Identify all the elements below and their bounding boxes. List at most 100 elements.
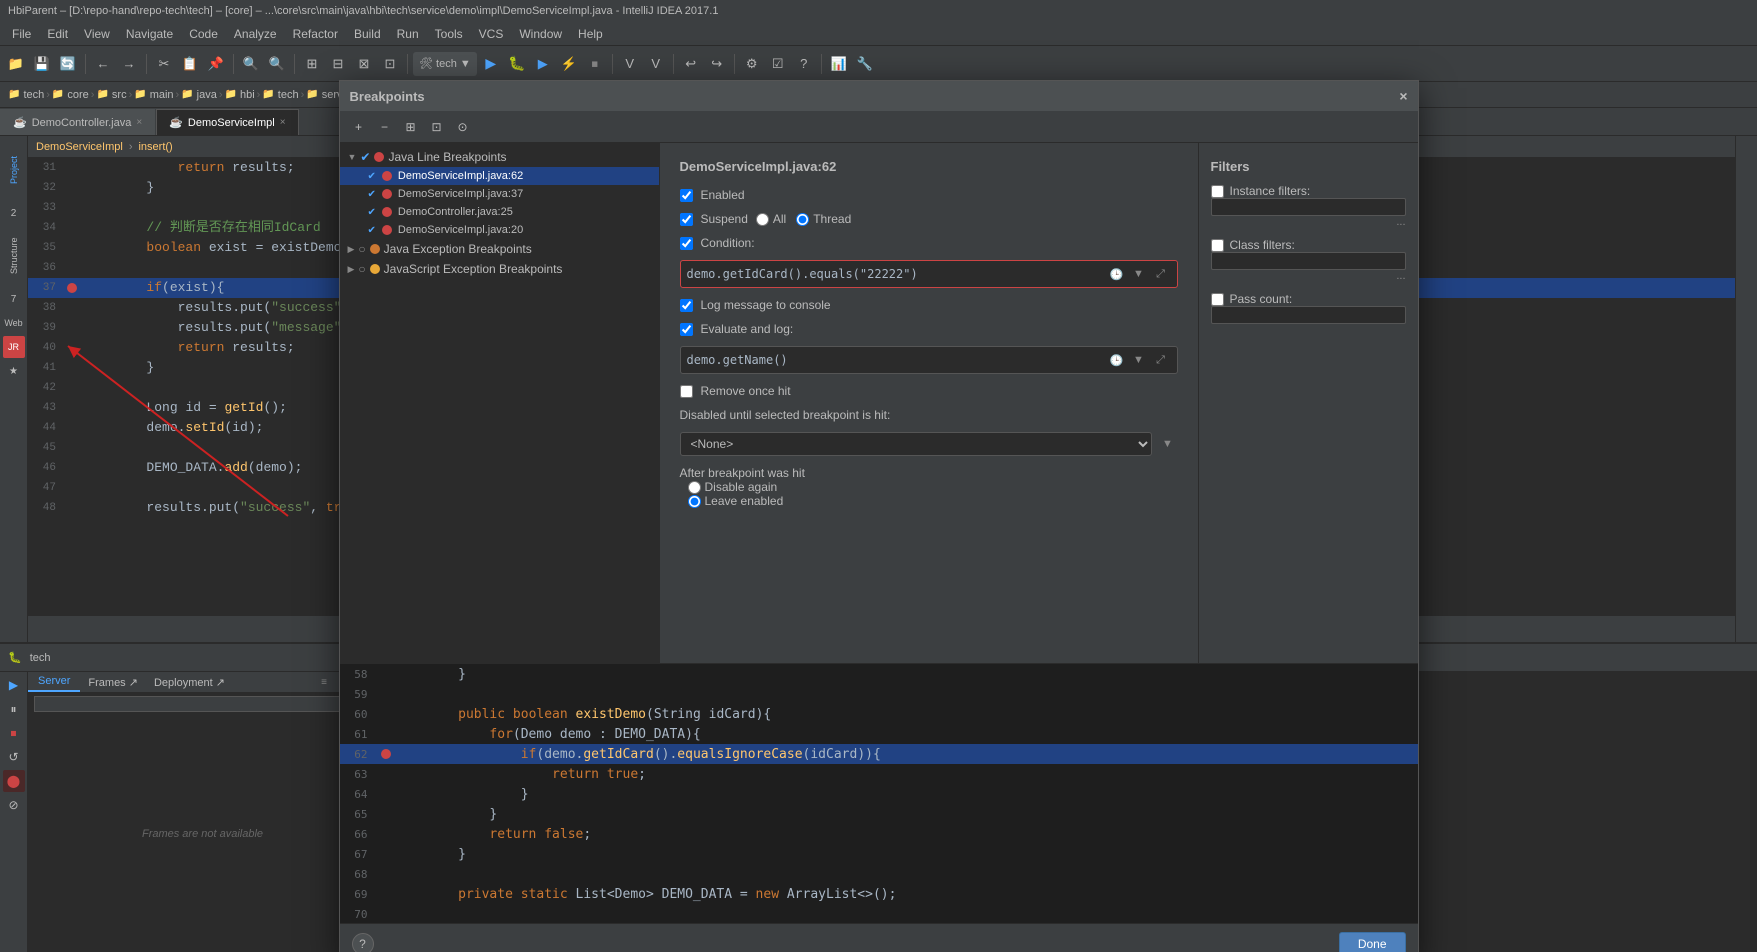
condition-expand-btn[interactable]: ⤢ (1151, 264, 1171, 284)
bp-red-dot-icon-25 (382, 207, 392, 217)
bp-group-js-exception-header[interactable]: ▶ ○ JavaScript Exception Breakpoints (340, 259, 659, 279)
evaluate-actions: 🕒 ▼ ⤢ (1107, 350, 1171, 370)
evaluate-history-btn[interactable]: 🕒 (1107, 350, 1127, 370)
dialog-toolbar: + − ⊞ ⊡ ⊙ (340, 111, 1418, 143)
pass-count-row: Pass count: (1211, 292, 1406, 324)
bp-group-java-line: ▼ ✔ Java Line Breakpoints ✔ DemoServiceI… (340, 147, 659, 239)
bp-group-java-line-header[interactable]: ▼ ✔ Java Line Breakpoints (340, 147, 659, 167)
condition-input[interactable] (687, 267, 1101, 281)
bp-item-62[interactable]: ✔ DemoServiceImpl.java:62 (340, 167, 659, 185)
bp-item-20[interactable]: ✔ DemoServiceImpl.java:20 (340, 221, 659, 239)
class-filters-label: Class filters: (1230, 238, 1295, 252)
evaluate-input[interactable] (687, 353, 1101, 367)
none-dropdown-btn[interactable]: ▼ (1158, 434, 1178, 454)
remove-once-checkbox[interactable] (680, 385, 693, 398)
bp-group-js-exception: ▶ ○ JavaScript Exception Breakpoints (340, 259, 659, 279)
none-select-row: <None> ▼ (680, 432, 1178, 456)
suspend-row: Suspend All Thread (680, 212, 1178, 226)
disabled-until-row: Disabled until selected breakpoint is hi… (680, 408, 1178, 422)
bp-group-java-exception: ▶ ○ Java Exception Breakpoints (340, 239, 659, 259)
bp-warning-dot-icon (370, 264, 380, 274)
bp-item-25[interactable]: ✔ DemoController.java:25 (340, 203, 659, 221)
suspend-checkbox[interactable] (680, 213, 693, 226)
dlg-line-70: 70 (340, 904, 1418, 923)
evaluate-row: Evaluate and log: (680, 322, 1178, 336)
class-filters-row: Class filters: ... (1211, 238, 1406, 282)
leave-enabled-option[interactable]: Leave enabled (688, 494, 1178, 508)
after-row: After breakpoint was hit Disable again L… (680, 466, 1178, 508)
evaluate-dropdown-btn[interactable]: ▼ (1129, 350, 1149, 370)
evaluate-expand-btn[interactable]: ⤢ (1151, 350, 1171, 370)
disabled-until-label: Disabled until selected breakpoint is hi… (680, 408, 891, 422)
dlg-line-61: 61 for(Demo demo : DEMO_DATA){ (340, 724, 1418, 744)
condition-actions: 🕒 ▼ ⤢ (1107, 264, 1171, 284)
instance-filters-more[interactable]: ... (1211, 216, 1406, 228)
bp-group-check: ✔ (360, 150, 370, 164)
bp-group-java-line-label: Java Line Breakpoints (388, 150, 506, 164)
bp-orange-dot-icon (370, 244, 380, 254)
thread-radio[interactable] (796, 213, 809, 226)
log-message-label: Log message to console (701, 298, 831, 312)
dlg-line-66: 66 return false; (340, 824, 1418, 844)
class-filters-more[interactable]: ... (1211, 270, 1406, 282)
dialog-done-btn[interactable]: Done (1339, 932, 1406, 952)
bp-details-panel: DemoServiceImpl.java:62 Enabled Suspend … (660, 143, 1198, 663)
disable-again-option[interactable]: Disable again (688, 480, 1178, 494)
dialog-overlay: Breakpoints × + − ⊞ ⊡ ⊙ ▼ ✔ Java Line B (0, 0, 1757, 952)
enabled-label: Enabled (701, 188, 745, 202)
log-message-row: Log message to console (680, 298, 1178, 312)
chevron-down-icon: ▼ (348, 152, 357, 162)
dlg-line-63: 63 return true; (340, 764, 1418, 784)
all-radio[interactable] (756, 213, 769, 226)
instance-filters-label-row: Instance filters: (1211, 184, 1406, 198)
dlg-line-59: 59 (340, 684, 1418, 704)
all-label: All (773, 212, 786, 226)
dialog-title-bar[interactable]: Breakpoints × (340, 81, 1418, 111)
bp-red-dot-icon-37 (382, 189, 392, 199)
instance-filters-checkbox[interactable] (1211, 185, 1224, 198)
thread-label: Thread (813, 212, 851, 226)
suspend-label: Suspend (701, 212, 748, 226)
dlg-remove-btn[interactable]: − (374, 116, 396, 138)
pass-count-input[interactable] (1211, 306, 1406, 324)
class-filters-input[interactable] (1211, 252, 1406, 270)
remove-once-label: Remove once hit (701, 384, 791, 398)
dlg-copy-btn[interactable]: ⊞ (400, 116, 422, 138)
dialog-help-btn[interactable]: ? (352, 933, 374, 952)
disable-again-radio[interactable] (688, 481, 701, 494)
dlg-line-67: 67 } (340, 844, 1418, 864)
bp-item-37[interactable]: ✔ DemoServiceImpl.java:37 (340, 185, 659, 203)
after-label: After breakpoint was hit (680, 466, 805, 480)
pass-count-checkbox[interactable] (1211, 293, 1224, 306)
dlg-add-btn[interactable]: + (348, 116, 370, 138)
pass-count-label: Pass count: (1230, 292, 1293, 306)
dialog-close-btn[interactable]: × (1399, 88, 1407, 104)
bp-red-dot-icon (382, 171, 392, 181)
thread-option[interactable]: Thread (796, 212, 851, 226)
log-message-checkbox[interactable] (680, 299, 693, 312)
bp-code-view: 58 } 59 60 public boolean existDemo(Stri… (340, 663, 1418, 923)
dlg-line-58: 58 } (340, 664, 1418, 684)
dlg-line-69: 69 private static List<Demo> DEMO_DATA =… (340, 884, 1418, 904)
dlg-line-64: 64 } (340, 784, 1418, 804)
dlg-line-65: 65 } (340, 804, 1418, 824)
dlg-group-btn[interactable]: ⊡ (426, 116, 448, 138)
condition-dropdown-btn[interactable]: ▼ (1129, 264, 1149, 284)
none-select[interactable]: <None> (680, 432, 1152, 456)
leave-enabled-label: Leave enabled (705, 494, 784, 508)
evaluate-checkbox[interactable] (680, 323, 693, 336)
condition-checkbox[interactable] (680, 237, 693, 250)
leave-enabled-radio[interactable] (688, 495, 701, 508)
dialog-body: ▼ ✔ Java Line Breakpoints ✔ DemoServiceI… (340, 143, 1418, 663)
suspend-options: All Thread (756, 212, 851, 226)
pass-count-label-row: Pass count: (1211, 292, 1406, 306)
instance-filters-input[interactable] (1211, 198, 1406, 216)
class-filters-checkbox[interactable] (1211, 239, 1224, 252)
condition-history-btn[interactable]: 🕒 (1107, 264, 1127, 284)
evaluate-input-row: 🕒 ▼ ⤢ (680, 346, 1178, 374)
dlg-enable-btn[interactable]: ⊙ (452, 116, 474, 138)
enabled-checkbox[interactable] (680, 189, 693, 202)
bp-group-java-exception-header[interactable]: ▶ ○ Java Exception Breakpoints (340, 239, 659, 259)
dlg-line-60: 60 public boolean existDemo(String idCar… (340, 704, 1418, 724)
all-option[interactable]: All (756, 212, 786, 226)
